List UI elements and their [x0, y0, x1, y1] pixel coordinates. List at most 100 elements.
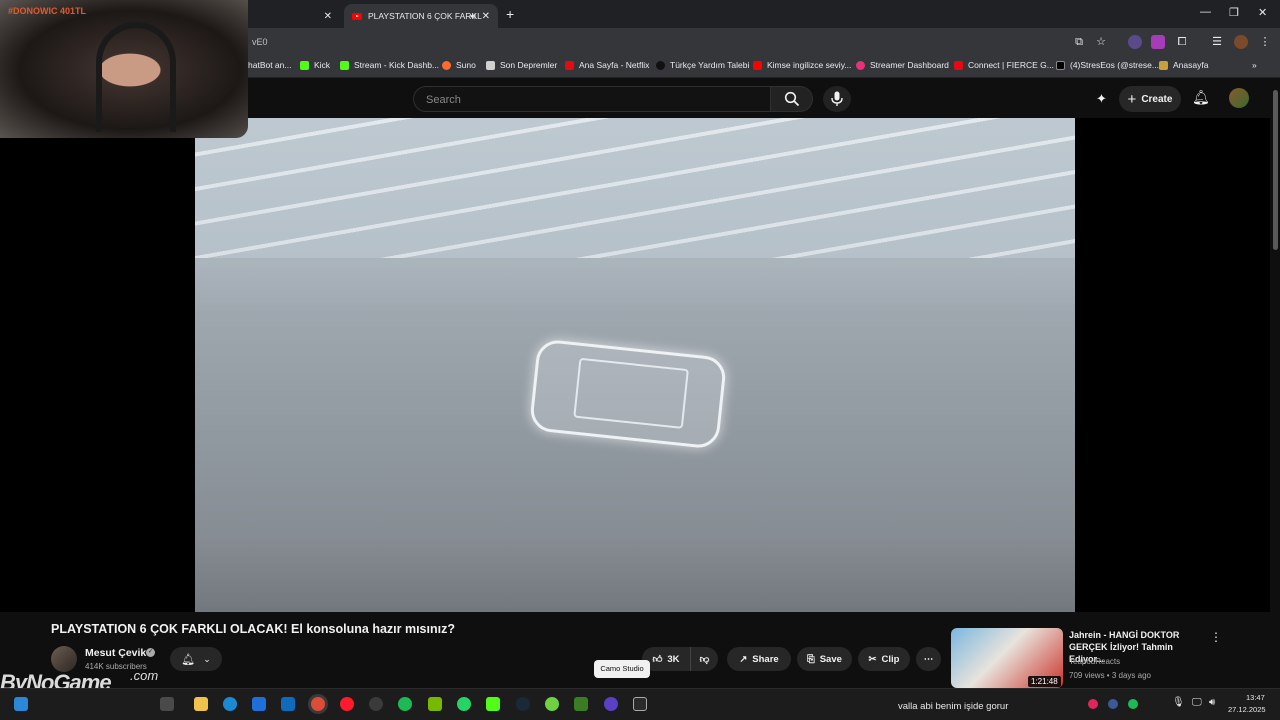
- page-icon: [656, 60, 665, 70]
- chrome-icon[interactable]: [311, 697, 325, 711]
- notifications-bell-icon[interactable]: 🔔︎: [1192, 89, 1210, 106]
- scrollbar-thumb[interactable]: [1273, 90, 1278, 250]
- minecraft-icon[interactable]: [574, 697, 588, 711]
- headset-shape: [96, 22, 176, 132]
- close-window-icon[interactable]: ✕: [1258, 6, 1267, 19]
- obs-icon[interactable]: [369, 697, 383, 711]
- bookmark-icon: ⎘: [807, 653, 815, 665]
- netflix-icon: [565, 60, 574, 70]
- spotify-icon[interactable]: [398, 697, 412, 711]
- search-icon: [784, 91, 800, 107]
- tab-label: PLAYSTATION 6 ÇOK FARKL: [368, 11, 482, 21]
- epic-games-icon[interactable]: [633, 697, 647, 711]
- close-tab-icon[interactable]: ✕: [324, 11, 332, 22]
- bookmark-item[interactable]: Kimse ingilizce seviy...: [753, 60, 851, 70]
- new-tab-icon[interactable]: +: [506, 6, 514, 22]
- clock-date[interactable]: 27.12.2025: [1228, 705, 1266, 714]
- bookmark-item[interactable]: Türkçe Yardım Talebi: [656, 60, 749, 70]
- task-view-icon[interactable]: [160, 697, 174, 711]
- more-vertical-icon[interactable]: ⋮: [1210, 630, 1222, 644]
- mail-icon[interactable]: [281, 697, 295, 711]
- video-frame-floor: [195, 538, 1075, 612]
- profile-avatar[interactable]: [1234, 35, 1248, 49]
- bookmark-item[interactable]: Suno: [442, 60, 476, 70]
- more-actions-button[interactable]: ⋯: [916, 647, 941, 671]
- file-explorer-icon[interactable]: [194, 697, 208, 711]
- dislike-button[interactable]: 👎︎: [690, 647, 718, 671]
- create-button[interactable]: + Create: [1119, 86, 1181, 112]
- chevron-down-icon: ⌄: [203, 653, 211, 664]
- bookmark-item[interactable]: Connect | FIERCE G...: [954, 60, 1054, 70]
- bookmark-star-icon[interactable]: ☆: [1094, 35, 1108, 49]
- reading-list-icon[interactable]: ☰: [1210, 35, 1224, 49]
- tray-icon[interactable]: [1108, 699, 1118, 709]
- voice-search-button[interactable]: [823, 86, 851, 112]
- network-icon[interactable]: 🖵︎: [1192, 697, 1202, 708]
- bookmark-item[interactable]: (4)StresEos (@strese...: [1056, 60, 1159, 70]
- extension-icon[interactable]: [1151, 35, 1165, 49]
- video-frame-ceiling-edge: [195, 258, 1075, 268]
- edge-icon[interactable]: [223, 697, 237, 711]
- subscription-bell-button[interactable]: 🔔︎ ⌄: [170, 647, 222, 671]
- youtube-icon: [753, 60, 762, 70]
- video-player[interactable]: [195, 118, 1075, 612]
- webcam-donation-label: #DONOWIC 401TL: [8, 6, 87, 16]
- restore-icon[interactable]: ❐: [1229, 6, 1239, 19]
- app-icon[interactable]: [604, 697, 618, 711]
- store-icon[interactable]: [252, 697, 266, 711]
- whatsapp-icon[interactable]: [457, 697, 471, 711]
- browser-tab-previous[interactable]: ✕: [248, 4, 340, 28]
- search-button[interactable]: [771, 86, 813, 112]
- minimize-icon[interactable]: —: [1200, 6, 1211, 18]
- page-icon: [486, 60, 495, 70]
- bookmarks-overflow-icon[interactable]: »: [1252, 60, 1257, 70]
- kick-icon[interactable]: [486, 697, 500, 711]
- share-icon: ↗: [739, 653, 748, 665]
- video-title: PLAYSTATION 6 ÇOK FARKLI OLACAK! El kons…: [51, 622, 455, 636]
- address-bar[interactable]: vE0: [248, 31, 1118, 53]
- ai-sparkle-icon[interactable]: ✦: [1096, 91, 1107, 107]
- extensions-puzzle-icon[interactable]: ⧠: [1175, 35, 1189, 49]
- account-avatar[interactable]: [1229, 88, 1249, 108]
- start-icon[interactable]: [14, 697, 28, 711]
- bookmark-item[interactable]: Streamer Dashboard: [856, 60, 949, 70]
- console-screen: [573, 357, 689, 429]
- volume-icon[interactable]: 🔊︎: [1209, 697, 1215, 708]
- opera-icon[interactable]: [340, 697, 354, 711]
- more-horizontal-icon: ⋯: [923, 653, 934, 665]
- bookmark-item[interactable]: Son Depremler: [486, 60, 557, 70]
- browser-tab-active[interactable]: PLAYSTATION 6 ÇOK FARKL 🔊︎ ✕: [344, 4, 498, 28]
- youtube-favicon-icon: [352, 12, 362, 20]
- recommendation-channel[interactable]: TeapodReacts: [1069, 657, 1120, 666]
- tray-icon[interactable]: [1128, 699, 1138, 709]
- bookmark-item[interactable]: hatBot an...: [248, 60, 291, 70]
- clip-button[interactable]: ✂ Clip: [858, 647, 910, 671]
- nvidia-icon[interactable]: [428, 697, 442, 711]
- streamer-icon: [856, 60, 865, 70]
- install-app-icon[interactable]: ⧉: [1072, 35, 1086, 49]
- microphone-tray-icon[interactable]: 🎙︎: [1172, 697, 1185, 708]
- close-tab-icon[interactable]: ✕: [482, 11, 490, 22]
- channel-avatar[interactable]: [51, 646, 77, 672]
- share-button[interactable]: ↗ Share: [727, 647, 791, 671]
- steam-icon[interactable]: [516, 697, 530, 711]
- search-input[interactable]: Search: [413, 86, 771, 112]
- microphone-icon: [831, 91, 843, 106]
- bookmark-item[interactable]: Ana Sayfa - Netflix: [565, 60, 649, 70]
- bookmark-item[interactable]: Anasayfa: [1159, 60, 1208, 70]
- thumbs-down-icon: 👎︎: [699, 654, 710, 665]
- tooltip: Camo Studio: [594, 660, 650, 678]
- chrome-menu-icon[interactable]: ⋮: [1258, 35, 1272, 49]
- extension-icon[interactable]: [1128, 35, 1142, 49]
- bookmark-item[interactable]: Kick: [300, 60, 330, 70]
- save-button[interactable]: ⎘ Save: [797, 647, 852, 671]
- recommendation-meta: 709 views • 3 days ago: [1069, 671, 1151, 680]
- clock-time[interactable]: 13:47: [1246, 693, 1265, 702]
- channel-name[interactable]: Mesut Çevik: [85, 647, 146, 659]
- share-label: Share: [752, 653, 779, 665]
- speaker-icon[interactable]: 🔊︎: [470, 11, 476, 22]
- bookmark-item[interactable]: Stream - Kick Dashb...: [340, 60, 439, 70]
- thumbs-up-icon: 👍︎: [652, 654, 663, 665]
- tray-icon[interactable]: [1088, 699, 1098, 709]
- app-icon[interactable]: [545, 697, 559, 711]
